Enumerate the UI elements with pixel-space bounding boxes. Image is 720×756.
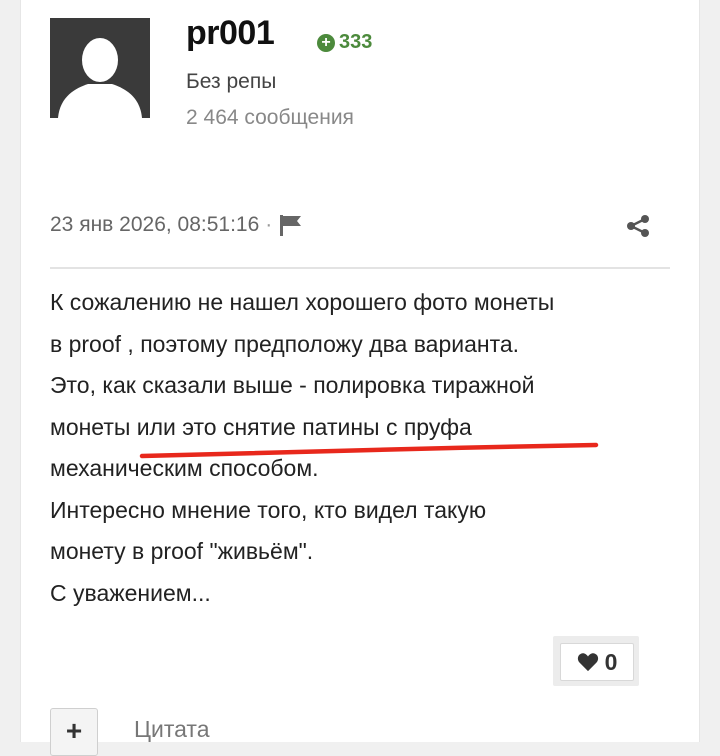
post-line: Это, как сказали выше - полировка тиражн… [50, 372, 535, 398]
post-line: Интересно мнение того, кто видел такую [50, 496, 487, 523]
post-line: К сожалению не нашел хорошего фото монет… [50, 289, 555, 315]
post-divider [50, 267, 670, 269]
post-meta: 23 янв 2026, 08:51:16 · [50, 213, 304, 237]
post-line: монету в proof "живьём". [50, 538, 314, 564]
reputation-badge: + 333 [317, 31, 372, 54]
like-count: 0 [604, 648, 618, 675]
plus-circle-icon: + [317, 33, 335, 52]
user-post-count: 2 464 сообщения [186, 106, 354, 129]
user-avatar[interactable] [50, 18, 150, 118]
reaction-area: 0 [553, 636, 639, 686]
multiquote-plus-button[interactable]: + [50, 708, 98, 756]
post-line: С уважением... [50, 579, 211, 606]
report-flag-icon[interactable] [278, 213, 304, 237]
heart-icon [577, 653, 598, 672]
user-rank: Без репы [186, 70, 277, 93]
meta-separator: · [265, 213, 273, 236]
quote-link[interactable]: Цитата [134, 716, 210, 743]
post-timestamp[interactable]: 23 янв 2026, 08:51:16 [50, 213, 259, 237]
default-avatar-icon [50, 18, 150, 118]
post-line: в proof , поэтому предположу два вариант… [50, 330, 520, 357]
red-annotation-underline [139, 442, 599, 459]
username-link[interactable]: pr001 [186, 14, 275, 53]
like-button[interactable]: 0 [560, 643, 634, 681]
share-icon[interactable] [626, 214, 650, 238]
reputation-count: 333 [339, 31, 373, 53]
